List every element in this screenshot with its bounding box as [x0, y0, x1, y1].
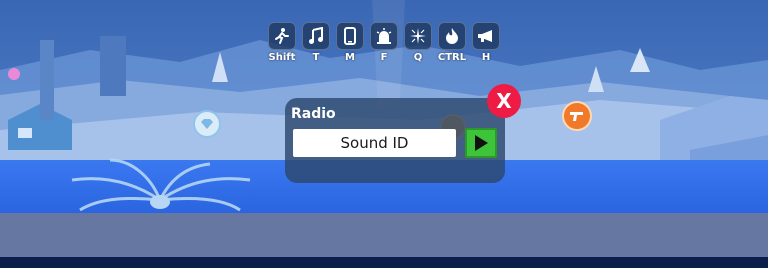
- sprint-icon: [268, 22, 296, 50]
- sparkle-icon: [404, 22, 432, 50]
- sound-id-input[interactable]: [293, 129, 456, 157]
- fire-icon: [438, 22, 466, 50]
- close-label: X: [496, 89, 512, 113]
- gun-store-marker-icon[interactable]: [562, 101, 592, 131]
- radio-panel: Radio: [285, 98, 505, 183]
- siren-icon: [370, 22, 398, 50]
- bottom-edge: [0, 257, 768, 268]
- play-icon: [475, 135, 488, 151]
- phone-icon: [336, 22, 364, 50]
- diamond-marker-icon[interactable]: [193, 110, 221, 138]
- hotbar-slot-h[interactable]: H: [472, 22, 500, 63]
- close-button[interactable]: X: [487, 84, 521, 118]
- horn-icon: [472, 22, 500, 50]
- hotbar: Shift T M F Q CTRL H: [268, 22, 500, 64]
- radio-title: Radio: [291, 106, 336, 122]
- music-note-icon: [302, 22, 330, 50]
- play-button[interactable]: [465, 128, 497, 158]
- hotbar-key-label: H: [481, 52, 491, 63]
